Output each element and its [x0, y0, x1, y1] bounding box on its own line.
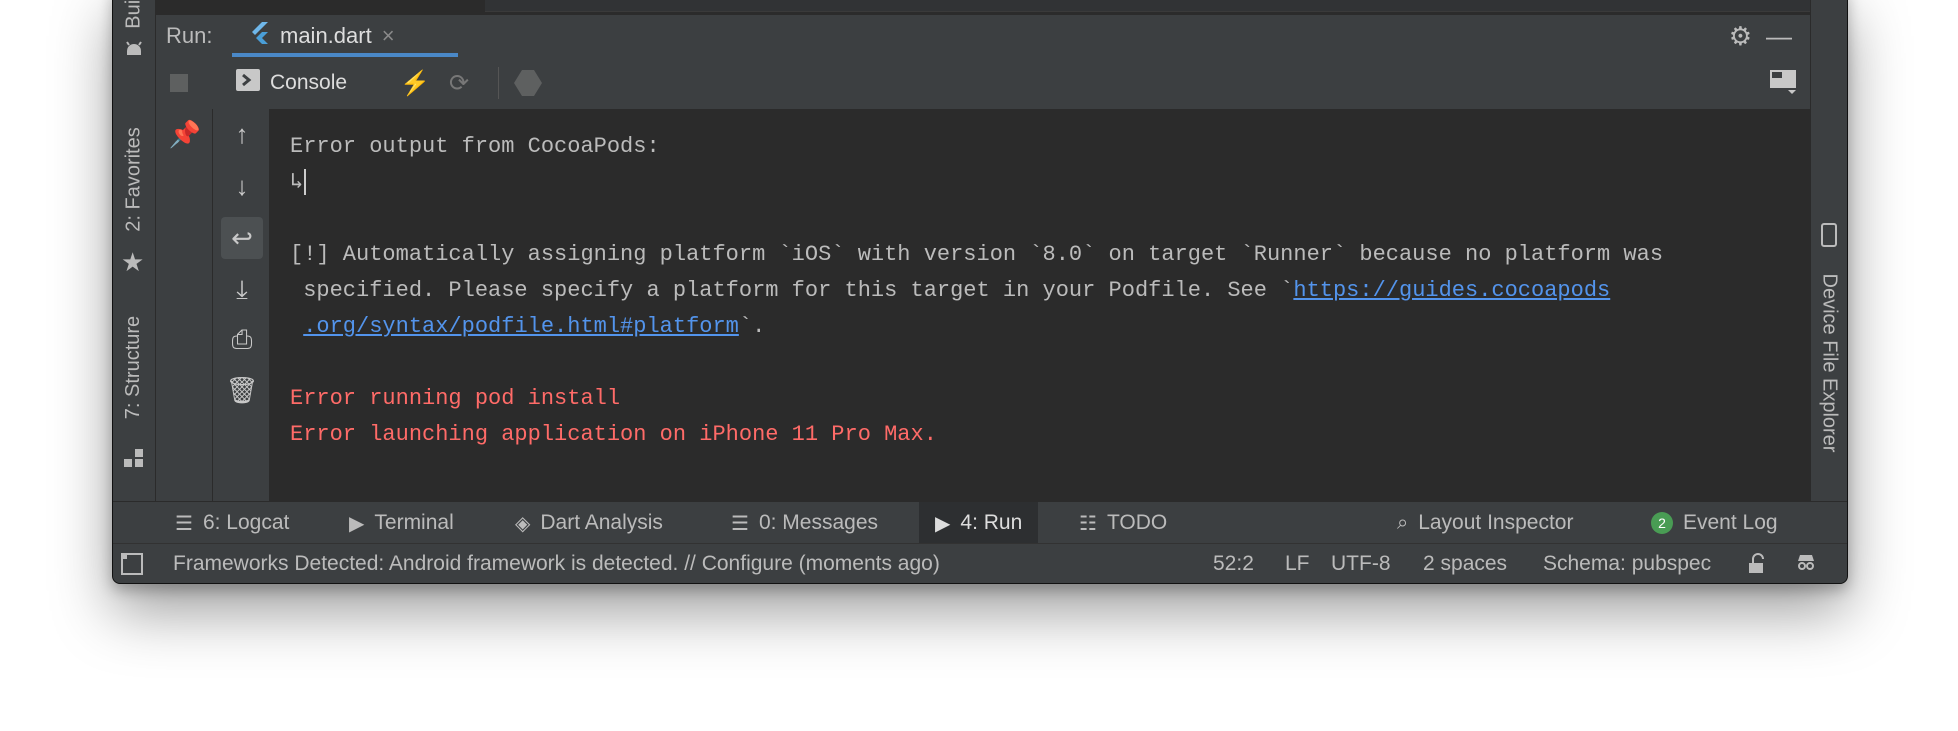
dart-icon: ◈: [515, 512, 531, 535]
up-arrow-button[interactable]: ↑: [221, 113, 263, 155]
close-icon[interactable]: ×: [382, 23, 395, 49]
tab-messages[interactable]: ☰ 0: Messages: [723, 502, 886, 544]
run-header: Run: main.dart × ⚙ —: [156, 15, 1810, 58]
status-bar: Frameworks Detected: Android framework i…: [113, 543, 1847, 583]
tab-device-file-explorer-label: Device File Explorer: [1818, 273, 1841, 453]
console-actions: ↑ ↓ ↩ ⤓ ⎙ 🗑: [213, 109, 270, 501]
arrow-down-icon: ↓: [235, 170, 249, 201]
file-encoding[interactable]: UTF-8: [1331, 544, 1391, 583]
print-button[interactable]: ⎙: [221, 319, 263, 361]
scroll-to-end-icon: ⤓: [236, 274, 248, 304]
tab-build-label: Build: [122, 0, 145, 29]
tab-event-log-label: Event Log: [1683, 511, 1778, 534]
stop-button[interactable]: [170, 57, 188, 109]
bottom-tool-bar: ☰ 6: Logcat ▶ Terminal ◈ Dart Analysis ☰ 0: …: [113, 501, 1847, 544]
minimize-icon[interactable]: —: [1766, 15, 1792, 57]
layout-options-icon[interactable]: [1770, 57, 1798, 109]
hot-restart-icon[interactable]: ⟳: [449, 57, 469, 109]
json-schema[interactable]: Schema: pubspec: [1543, 544, 1711, 583]
todo-list-icon: ☷: [1079, 512, 1097, 535]
flutter-icon: [250, 22, 270, 50]
flutter-inspector-icon[interactable]: [514, 57, 542, 109]
console-label: Console: [270, 71, 348, 94]
tab-event-log[interactable]: 2 Event Log: [1643, 502, 1786, 544]
tab-main-dart[interactable]: main.dart ×: [232, 15, 458, 57]
text-caret: [304, 169, 307, 196]
console-warning-line: `.: [738, 314, 766, 339]
pin-column: 📌: [156, 109, 213, 501]
inspector-icon[interactable]: [1795, 544, 1817, 583]
console-output[interactable]: Error output from CocoaPods: ↳ [!] Autom…: [270, 109, 1810, 501]
printer-icon: ⎙: [231, 324, 253, 354]
tab-structure-label: 7: Structure: [122, 315, 145, 419]
messages-icon: ☰: [731, 512, 749, 535]
ide-window: Build 2: Favorites ★ 7: Structure Device…: [112, 0, 1848, 584]
tab-favorites[interactable]: 2: Favorites: [113, 99, 155, 259]
editor-top-edge: [113, 0, 1847, 15]
tab-run-label: 4: Run: [960, 511, 1023, 534]
tab-dart-analysis[interactable]: ◈ Dart Analysis: [507, 502, 671, 544]
terminal-icon: ▶: [349, 512, 365, 535]
tab-favorites-label: 2: Favorites: [122, 126, 145, 232]
unlock-icon[interactable]: [1747, 544, 1769, 583]
podfile-docs-link-continued[interactable]: .org/syntax/podfile.html#platform: [303, 314, 739, 339]
down-arrow-button[interactable]: ↓: [221, 165, 263, 207]
gear-icon[interactable]: ⚙: [1729, 15, 1752, 57]
tab-console[interactable]: Console: [236, 57, 347, 109]
console-warning-line: [!] Automatically assigning platform `iO…: [290, 242, 1664, 267]
console-toolbar: Console ⚡ ⟳: [156, 57, 1810, 110]
console-error-line: Error running pod install: [290, 386, 621, 411]
tool-windows-toggle-icon[interactable]: [121, 544, 143, 583]
console-line: Error output from CocoaPods:: [290, 134, 660, 159]
podfile-docs-link[interactable]: https://guides.cocoapods: [1293, 278, 1610, 303]
tab-device-file-explorer[interactable]: Device File Explorer: [1811, 219, 1847, 459]
clear-all-button[interactable]: 🗑: [221, 369, 263, 411]
tab-terminal-label: Terminal: [374, 511, 454, 534]
tab-logcat-label: 6: Logcat: [202, 511, 290, 534]
tab-todo-label: TODO: [1106, 511, 1168, 534]
tab-terminal[interactable]: ▶ Terminal: [341, 502, 462, 544]
soft-wrap-button[interactable]: ↩: [221, 217, 263, 259]
pin-icon: 📌: [168, 118, 202, 149]
tab-messages-label: 0: Messages: [758, 511, 878, 534]
tab-structure[interactable]: 7: Structure: [113, 297, 155, 437]
console-error-line: Error launching application on iPhone 11…: [290, 422, 937, 447]
arrow-up-icon: ↑: [235, 118, 249, 149]
tab-logcat[interactable]: ☰ 6: Logcat: [167, 502, 297, 544]
layout-inspector-icon: ⌕: [1397, 511, 1409, 534]
scroll-to-end-button[interactable]: ⤓: [221, 269, 263, 311]
structure-icon: [124, 449, 144, 474]
tab-todo[interactable]: ☷ TODO: [1071, 502, 1175, 544]
soft-wrap-icon: ↩: [231, 222, 253, 253]
tab-dart-analysis-label: Dart Analysis: [540, 511, 663, 534]
right-tool-strip: Device File Explorer: [1810, 0, 1847, 501]
trash-icon: 🗑: [225, 374, 259, 405]
tab-run[interactable]: ▶ 4: Run: [919, 502, 1039, 544]
android-icon: [124, 41, 144, 64]
play-icon: ▶: [935, 512, 951, 535]
toolbar-divider: [498, 67, 499, 99]
left-tool-strip: Build 2: Favorites ★ 7: Structure: [113, 0, 156, 501]
tab-layout-inspector-label: Layout Inspector: [1418, 511, 1574, 534]
tab-build[interactable]: Build: [113, 0, 155, 69]
tab-layout-inspector[interactable]: ⌕ Layout Inspector: [1389, 502, 1581, 544]
cursor-position[interactable]: 52:2: [1213, 544, 1254, 583]
status-message[interactable]: Frameworks Detected: Android framework i…: [173, 544, 940, 583]
console-warning-line: specified. Please specify a platform for…: [290, 278, 1294, 303]
list-icon: ☰: [175, 512, 193, 535]
indent-setting[interactable]: 2 spaces: [1423, 544, 1507, 583]
pin-tab-button[interactable]: 📌: [164, 113, 206, 155]
console-line: ↳: [290, 170, 304, 195]
hot-reload-icon[interactable]: ⚡: [400, 57, 430, 109]
console-icon: [236, 68, 260, 98]
tab-main-dart-label: main.dart: [280, 23, 372, 48]
event-count-badge: 2: [1651, 512, 1673, 534]
line-separator[interactable]: LF: [1285, 544, 1310, 583]
star-icon: ★: [121, 247, 145, 277]
run-label: Run:: [166, 23, 213, 48]
